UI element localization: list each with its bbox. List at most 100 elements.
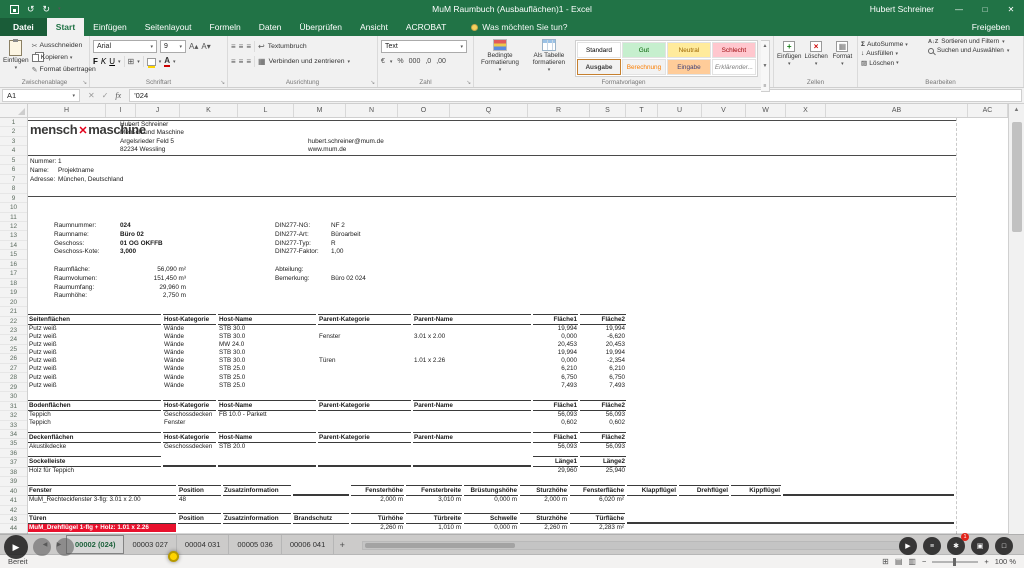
cell[interactable]	[318, 341, 411, 349]
cell[interactable]	[318, 411, 411, 419]
player-settings-button[interactable]: ✱ 1	[947, 533, 969, 555]
cell[interactable]: 7,493	[533, 382, 578, 390]
cell[interactable]: Klappflügel	[627, 485, 677, 496]
cell[interactable]: FB 10.0 - Parkett	[218, 411, 316, 419]
cell[interactable]: Host-Kategorie	[163, 400, 216, 411]
cell[interactable]: Position	[178, 485, 221, 496]
cell[interactable]: Putz weiß	[28, 382, 161, 390]
decrease-decimal-button[interactable]: ,00	[436, 58, 446, 65]
cell[interactable]	[413, 349, 531, 357]
bold-button[interactable]: F	[93, 57, 98, 66]
align-center-icon[interactable]: ≡	[239, 57, 244, 66]
cell-style-gut[interactable]: Gut	[621, 42, 666, 58]
column-header-L[interactable]: L	[238, 104, 294, 117]
row-header-32[interactable]: 32	[0, 411, 27, 421]
cell[interactable]: 19,994	[580, 349, 626, 357]
font-size-select[interactable]: 9 ▾	[160, 40, 186, 53]
cell[interactable]: Wände	[163, 357, 216, 365]
cell[interactable]: 6,750	[533, 374, 578, 382]
cell[interactable]	[413, 325, 531, 333]
dialog-launcher-icon[interactable]: ↘	[220, 80, 225, 86]
zoom-slider-thumb[interactable]	[953, 557, 957, 566]
cell[interactable]: 56,093	[533, 411, 578, 419]
cell[interactable]: -2,354	[580, 357, 626, 365]
cell[interactable]: Länge1	[533, 456, 578, 467]
sheet-tab-00005-036[interactable]: 00005 036	[229, 535, 282, 554]
row-header-7[interactable]: 7	[0, 175, 27, 185]
cell[interactable]: Teppich	[28, 419, 161, 427]
ribbon-tab-ansicht[interactable]: Ansicht	[351, 18, 397, 36]
column-header-Q[interactable]: Q	[450, 104, 528, 117]
cell[interactable]: 6,210	[533, 365, 578, 373]
player-fullscreen-button[interactable]: □	[995, 537, 1013, 555]
column-header-T[interactable]: T	[626, 104, 658, 117]
cell[interactable]: STB 30.0	[218, 325, 316, 333]
cell-style-erkl-render-[interactable]: Erklärender...	[711, 59, 756, 75]
cell[interactable]: Host-Name	[218, 314, 316, 325]
cell[interactable]: Putz weiß	[28, 349, 161, 357]
autosum-button[interactable]: Σ AutoSumme ▾	[861, 41, 925, 48]
ribbon-tab-acrobat[interactable]: ACROBAT	[397, 18, 455, 36]
cell[interactable]: Deckenflächen	[28, 432, 161, 443]
cell[interactable]: Kippflügel	[731, 485, 781, 496]
row-header-37[interactable]: 37	[0, 458, 27, 468]
scroll-up-icon[interactable]: ▲	[1014, 104, 1020, 116]
cell[interactable]	[178, 524, 221, 532]
cell[interactable]: Parent-Name	[413, 432, 531, 443]
cell[interactable]	[318, 365, 411, 373]
conditional-formatting-button[interactable]: Bedingte Formatierung ▾	[477, 38, 523, 78]
cell[interactable]: 56,093	[580, 411, 626, 419]
column-header-J[interactable]: J	[136, 104, 180, 117]
cell[interactable]: 29,960	[533, 467, 578, 475]
column-header-R[interactable]: R	[528, 104, 590, 117]
cell[interactable]: Fläche1	[533, 314, 578, 325]
column-header-K[interactable]: K	[180, 104, 238, 117]
insert-function-icon[interactable]: fx	[115, 91, 121, 100]
cell[interactable]: Fenster	[318, 333, 411, 341]
row-header-9[interactable]: 9	[0, 194, 27, 204]
vertical-scroll-thumb[interactable]	[1011, 122, 1022, 232]
cell[interactable]: 2,260 m	[351, 524, 404, 532]
cell[interactable]: Fenster	[28, 485, 176, 496]
dialog-launcher-icon[interactable]: ↘	[82, 80, 87, 86]
currency-format-button[interactable]: €	[381, 58, 385, 65]
zoom-slider[interactable]	[932, 557, 979, 566]
row-header-27[interactable]: 27	[0, 364, 27, 374]
row-header-25[interactable]: 25	[0, 345, 27, 355]
row-header-40[interactable]: 40	[0, 487, 27, 497]
row-header-6[interactable]: 6	[0, 165, 27, 175]
shrink-font-icon[interactable]: A▾	[201, 42, 210, 51]
cell-style-ausgabe[interactable]: Ausgabe	[576, 59, 621, 75]
vertical-scrollbar[interactable]: ▲	[1008, 104, 1024, 534]
row-header-1[interactable]: 1	[0, 118, 27, 128]
cell[interactable]: Wände	[163, 382, 216, 390]
cell[interactable]	[318, 374, 411, 382]
sheet-tab-00006-041[interactable]: 00006 041	[282, 535, 335, 554]
sheet-tab-00003-027[interactable]: 00003 027	[124, 535, 177, 554]
undo-icon[interactable]: ↺	[27, 4, 35, 14]
cell[interactable]: 48	[178, 496, 221, 504]
cell[interactable]: Putz weiß	[28, 365, 161, 373]
formula-input[interactable]: '024	[129, 89, 1022, 102]
player-next-button[interactable]: ▶	[899, 537, 917, 555]
row-header-23[interactable]: 23	[0, 326, 27, 336]
cell[interactable]: Host-Kategorie	[163, 432, 216, 443]
cell[interactable]	[223, 496, 291, 504]
cell[interactable]	[163, 467, 216, 475]
cell[interactable]: 2,000 m	[351, 496, 404, 504]
align-middle-icon[interactable]: ≡	[239, 42, 244, 51]
cell[interactable]: Fläche1	[533, 432, 578, 443]
redo-icon[interactable]: ↻	[43, 4, 51, 14]
row-header-24[interactable]: 24	[0, 335, 27, 345]
cell[interactable]: Türhöhe	[351, 513, 404, 524]
cell[interactable]: 0,000 m	[464, 496, 518, 504]
cell[interactable]	[318, 349, 411, 357]
row-header-42[interactable]: 42	[0, 506, 27, 516]
cell[interactable]	[413, 411, 531, 419]
cell[interactable]	[318, 325, 411, 333]
row-header-39[interactable]: 39	[0, 477, 27, 487]
cell[interactable]: STB 25.0	[218, 374, 316, 382]
cell[interactable]: 3,010 m	[406, 496, 462, 504]
format-painter-button[interactable]: ✎ Format übertragen	[32, 64, 96, 75]
cell[interactable]: Teppich	[28, 411, 161, 419]
